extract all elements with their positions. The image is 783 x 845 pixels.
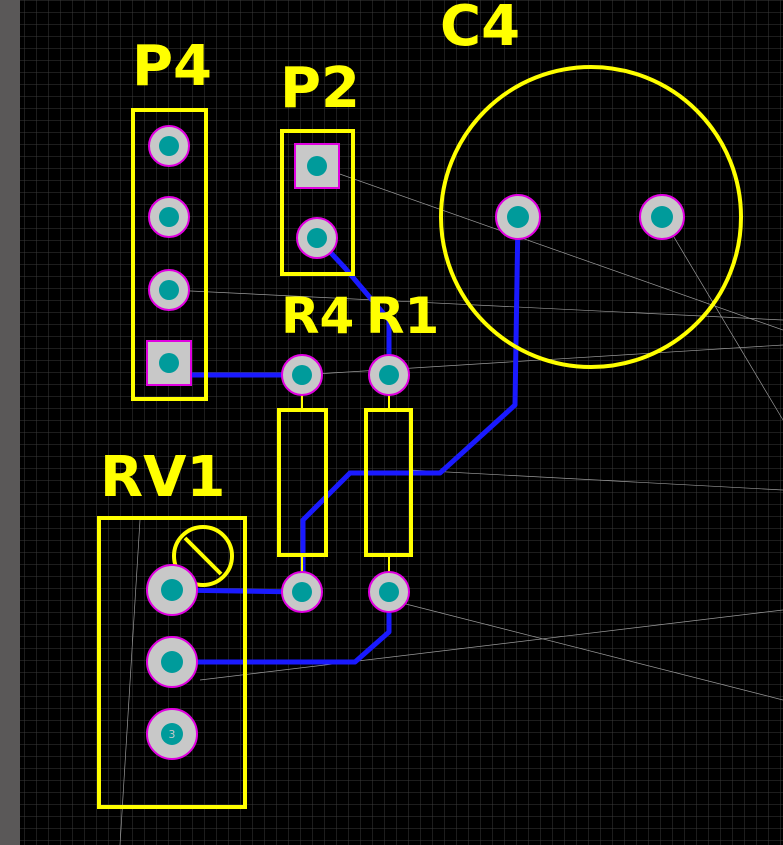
c4-pad-2[interactable] (639, 194, 685, 240)
rv1-pad-2[interactable] (146, 636, 198, 688)
p4-pad-3[interactable] (148, 269, 190, 311)
rv1-pad-1[interactable] (146, 564, 198, 616)
p2-designator: P2 (280, 56, 360, 121)
r4-pad-2[interactable] (281, 571, 323, 613)
r4-designator: R4 (281, 287, 354, 345)
rv1-designator: RV1 (100, 445, 225, 510)
r4-pad-1[interactable] (281, 354, 323, 396)
left-panel-edge (0, 0, 20, 845)
r1-designator: R1 (366, 287, 439, 345)
p4-pad-4-square[interactable] (146, 340, 192, 386)
p2-pad-1-square[interactable] (294, 143, 340, 189)
p4-pad-2[interactable] (148, 196, 190, 238)
c4-designator: C4 (440, 0, 520, 59)
p4-pad-1[interactable] (148, 125, 190, 167)
r1-pad-2[interactable] (368, 571, 410, 613)
c4-pad-1[interactable] (495, 194, 541, 240)
rv1-pad-3-number: 3 (169, 728, 176, 741)
pcb-canvas[interactable]: P4 P2 C4 R4 R1 RV1 3 (0, 0, 783, 845)
p2-pad-2[interactable] (296, 217, 338, 259)
r1-pad-1[interactable] (368, 354, 410, 396)
p4-designator: P4 (132, 34, 212, 99)
rv1-pad-3[interactable]: 3 (146, 708, 198, 760)
